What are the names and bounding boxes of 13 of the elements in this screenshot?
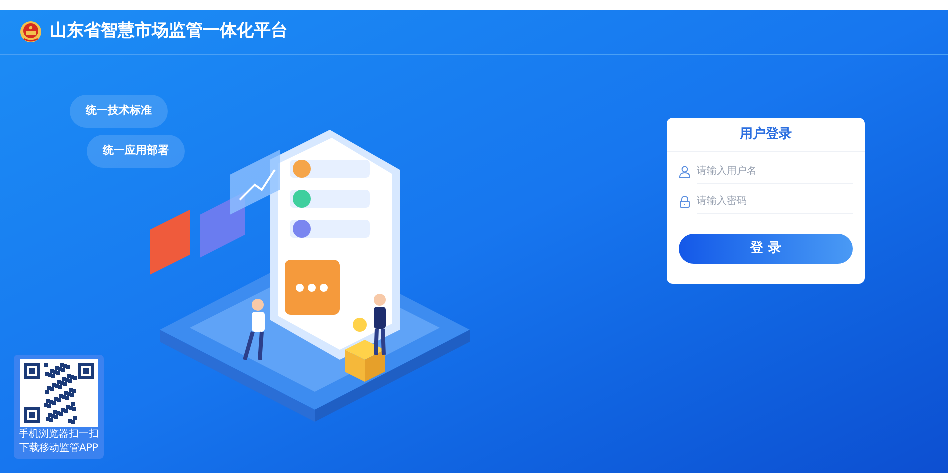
username-field[interactable]: 请输入用户名 [697, 160, 853, 184]
platform-title: 山东省智慧市场监管一体化平台 [50, 20, 288, 44]
qr-caption: 手机浏览器扫一扫 [19, 429, 99, 441]
qr-code-icon [20, 359, 98, 427]
emblem-icon [20, 21, 42, 43]
feature-pill: 统一应用部署 [87, 135, 185, 168]
user-icon [679, 166, 691, 178]
qr-caption: 下载移动监管APP [20, 443, 98, 455]
lock-icon [679, 196, 691, 208]
password-field[interactable]: 请输入密码 [697, 190, 853, 214]
login-title: 用户登录 [740, 126, 792, 144]
login-button[interactable]: 登 录 [679, 234, 853, 264]
feature-pill: 统一技术标准 [70, 95, 168, 128]
